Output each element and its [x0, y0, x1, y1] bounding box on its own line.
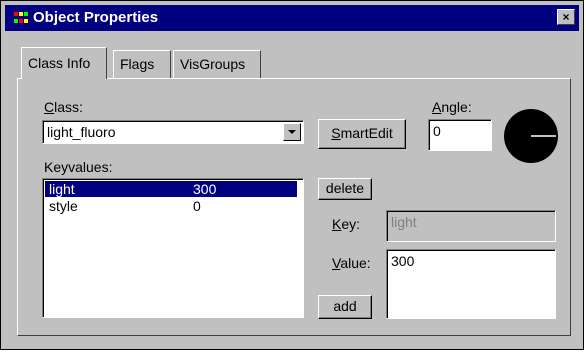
tab-class-info[interactable]: Class Info: [21, 47, 107, 79]
angle-input[interactable]: 0: [428, 119, 492, 151]
value-label: Value:: [332, 255, 371, 271]
tab-visgroups[interactable]: VisGroups: [173, 50, 261, 78]
add-button[interactable]: add: [318, 295, 372, 319]
window-title: Object Properties: [33, 9, 159, 26]
object-properties-window: Object Properties × Class Info Flags Vis…: [0, 0, 584, 350]
keyvalue-row[interactable]: style 0: [45, 198, 297, 214]
chevron-down-icon[interactable]: [283, 123, 301, 141]
class-dropdown[interactable]: light_fluoro: [42, 120, 304, 144]
key-label: Key:: [332, 216, 361, 232]
close-button[interactable]: ×: [557, 9, 575, 25]
smartedit-button[interactable]: SmartEdit: [318, 119, 406, 149]
close-icon: ×: [562, 10, 570, 24]
angle-label: Angle:: [432, 99, 472, 115]
title-bar[interactable]: Object Properties ×: [5, 5, 579, 31]
keyvalues-label: Keyvalues:: [44, 159, 113, 175]
angle-dial-icon[interactable]: [502, 107, 560, 165]
key-input: light: [386, 210, 556, 242]
class-label: Class:: [44, 99, 83, 115]
value-textarea[interactable]: 300: [386, 249, 556, 319]
class-dropdown-value: light_fluoro: [47, 124, 116, 140]
delete-button[interactable]: delete: [318, 178, 372, 200]
tab-flags[interactable]: Flags: [113, 50, 171, 78]
keyvalue-row-selected[interactable]: light 300: [45, 181, 297, 197]
keyvalues-list[interactable]: light 300 style 0: [42, 178, 304, 318]
app-icon: [14, 12, 28, 23]
class-info-panel: Class: light_fluoro SmartEdit Angle: 0 K…: [17, 78, 571, 336]
